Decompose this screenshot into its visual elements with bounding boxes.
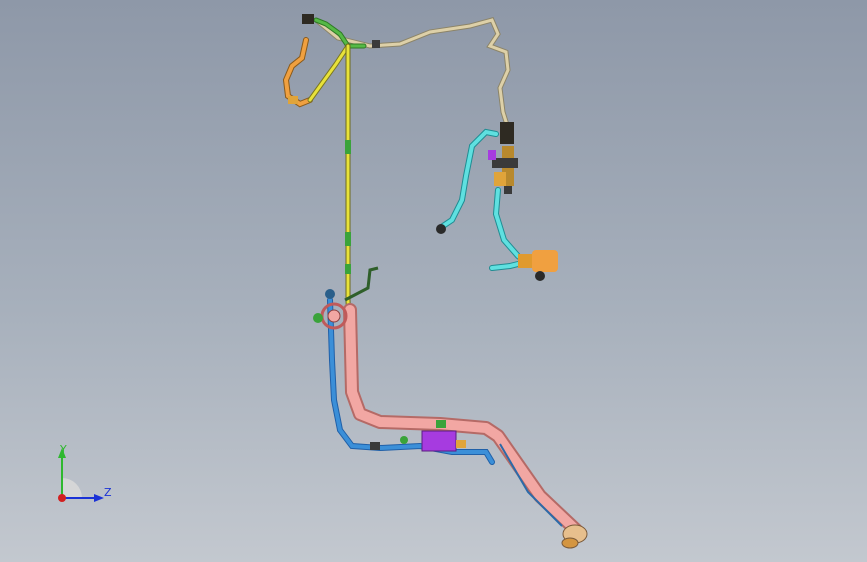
axis-triad: Y Z <box>58 443 112 502</box>
clip <box>345 140 351 154</box>
top-connector <box>302 14 314 24</box>
top-clip <box>372 40 380 48</box>
orange-connector <box>288 96 298 104</box>
tan-hose[interactable] <box>313 17 511 131</box>
lower-right-fitting[interactable] <box>518 250 558 281</box>
cyan-hose-left[interactable] <box>437 128 499 231</box>
3d-model-viewport[interactable]: Y Z <box>0 0 867 562</box>
x-axis-dot <box>58 494 66 502</box>
filler-neck[interactable] <box>561 524 588 549</box>
hose-end-cap <box>436 224 446 234</box>
green-clip <box>400 436 408 444</box>
yellow-diagonal-fill <box>308 44 350 102</box>
green-clip <box>436 420 446 428</box>
z-axis-arrow <box>94 494 104 502</box>
pipe-assembly-model[interactable] <box>0 0 867 562</box>
canister-fitting <box>456 440 466 448</box>
inline-connector <box>370 442 380 450</box>
z-axis-label: Z <box>104 486 112 499</box>
clip <box>345 264 351 274</box>
tan-hose-fill <box>314 18 510 130</box>
triad-sector <box>62 478 82 498</box>
y-axis-label: Y <box>59 443 67 456</box>
clip <box>345 232 351 246</box>
purple-canister[interactable] <box>421 430 457 452</box>
